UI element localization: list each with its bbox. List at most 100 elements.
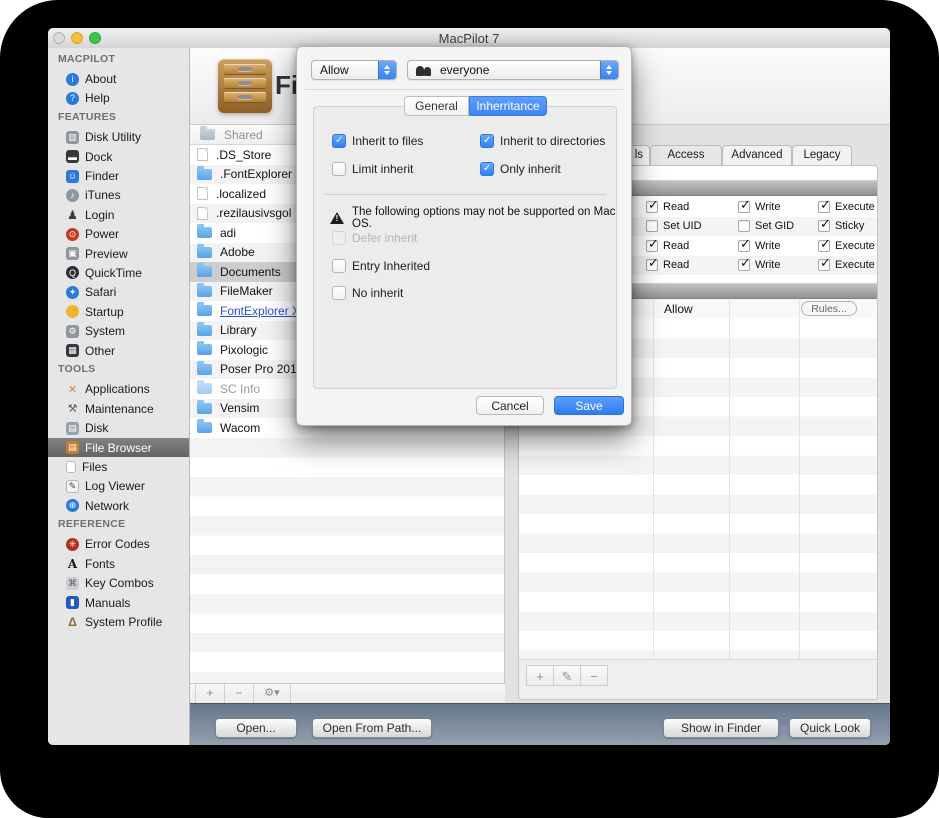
permission-cell[interactable]: Read [646, 201, 689, 213]
permission-cell[interactable]: Write [738, 240, 780, 252]
fonts-icon: A [66, 557, 79, 570]
sidebar-item-applications[interactable]: ✕Applications [48, 380, 189, 399]
edit-pencil-button[interactable]: ✎ [553, 665, 581, 686]
checkbox-write[interactable] [738, 201, 750, 213]
sidebar-item-dock[interactable]: ▬Dock [48, 147, 189, 166]
checkbox-read[interactable] [646, 240, 658, 252]
gear-menu-button[interactable]: ⚙▾ [254, 684, 291, 703]
sidebar-item-other[interactable]: ▦Other [48, 341, 189, 360]
sidebar-item-file-browser[interactable]: ▤File Browser [48, 438, 189, 457]
sidebar-item-label: Dock [85, 150, 112, 164]
tab-general[interactable]: General [404, 96, 469, 116]
sidebar-item-power[interactable]: ⊙Power [48, 225, 189, 244]
checkbox-set-gid[interactable] [738, 220, 750, 232]
sidebar-item-manuals[interactable]: ▮Manuals [48, 593, 189, 612]
sidebar-item-label: Login [85, 208, 114, 222]
sidebar-item-about[interactable]: iAbout [48, 69, 189, 88]
maintenance-tools-icon: ⚒ [66, 402, 79, 415]
sidebar-item-key-combos[interactable]: ⌘Key Combos [48, 574, 189, 593]
permission-cell[interactable]: Execute [818, 201, 875, 213]
sidebar-item-startup[interactable]: Startup [48, 302, 189, 321]
checkbox-read[interactable] [646, 201, 658, 213]
sidebar-item-help[interactable]: ?Help [48, 89, 189, 108]
checkbox-execute[interactable] [818, 259, 830, 271]
login-icon: ♟ [66, 208, 79, 221]
sidebar-item-label: Maintenance [85, 402, 154, 416]
sidebar-item-finder[interactable]: ☺Finder [48, 166, 189, 185]
permission-type-select[interactable]: Allow [311, 60, 397, 80]
sidebar-item-disk[interactable]: ▤Disk [48, 418, 189, 437]
checkbox-execute[interactable] [818, 240, 830, 252]
open-button[interactable]: Open... [215, 718, 297, 738]
sidebar-item-safari[interactable]: ✦Safari [48, 283, 189, 302]
sidebar-item-preview[interactable]: ▣Preview [48, 244, 189, 263]
sidebar-item-label: Help [85, 91, 110, 105]
permission-cell[interactable]: Set GID [738, 220, 794, 232]
permission-cell[interactable]: Write [738, 201, 780, 213]
checkbox-entry-inherited[interactable]: Entry Inherited [332, 259, 430, 273]
checkbox-sticky[interactable] [818, 220, 830, 232]
permission-cell[interactable]: Read [646, 259, 689, 271]
quicktime-icon: Q [66, 266, 79, 279]
checkbox-write[interactable] [738, 240, 750, 252]
folder-icon [197, 286, 212, 297]
sidebar-item-label: Other [85, 344, 115, 358]
checkbox[interactable] [332, 162, 346, 176]
sidebar-item-label: Network [85, 499, 129, 513]
sidebar-item-network[interactable]: ⊕Network [48, 496, 189, 515]
cancel-button[interactable]: Cancel [476, 396, 544, 415]
show-in-finder-button[interactable]: Show in Finder [663, 718, 779, 738]
save-button[interactable]: Save [554, 396, 624, 415]
open-from-path-button[interactable]: Open From Path... [312, 718, 432, 738]
permission-cell[interactable]: Execute [818, 240, 875, 252]
checkbox-limit-inherit[interactable]: Limit inherit [332, 162, 413, 176]
checkbox[interactable] [332, 259, 346, 273]
add-button[interactable]: + [195, 684, 225, 703]
permission-cell[interactable]: Set UID [646, 220, 702, 232]
sidebar-item-log-viewer[interactable]: ✎Log Viewer [48, 477, 189, 496]
checkbox[interactable] [480, 134, 494, 148]
quick-look-button[interactable]: Quick Look [789, 718, 871, 738]
remove-button[interactable]: − [225, 684, 254, 703]
checkbox-no-inherit[interactable]: No inherit [332, 286, 403, 300]
checkbox-set-uid[interactable] [646, 220, 658, 232]
checkbox-execute[interactable] [818, 201, 830, 213]
tab-access[interactable]: Access [650, 145, 722, 165]
permission-cell[interactable]: Read [646, 240, 689, 252]
principal-select[interactable]: everyone [407, 60, 619, 80]
checkbox-inherit-to-files[interactable]: Inherit to files [332, 134, 423, 148]
sidebar-item-disk-utility[interactable]: ▥Disk Utility [48, 128, 189, 147]
checkbox[interactable] [332, 134, 346, 148]
checkbox-write[interactable] [738, 259, 750, 271]
file-list-empty-rows [190, 438, 504, 684]
rules-button[interactable]: Rules... [801, 301, 857, 316]
tab-inheritance[interactable]: Inherritance [469, 96, 547, 116]
checkbox-read[interactable] [646, 259, 658, 271]
sidebar-item-error-codes[interactable]: ✳Error Codes [48, 535, 189, 554]
column-divider [799, 299, 800, 659]
checkbox-defer-inherit: Defer inherit [332, 231, 417, 245]
sidebar-item-itunes[interactable]: ♪iTunes [48, 186, 189, 205]
sidebar-item-files[interactable]: Files [48, 457, 189, 476]
tab-legacy[interactable]: Legacy [792, 145, 852, 165]
checkbox-only-inherit[interactable]: Only inherit [480, 162, 561, 176]
tab-advanced[interactable]: Advanced [722, 145, 792, 165]
checkbox-inherit-to-directories[interactable]: Inherit to directories [480, 134, 605, 148]
sidebar-item-maintenance[interactable]: ⚒ Maintenance [48, 399, 189, 418]
sidebar-section-features: FEATURES [48, 108, 189, 127]
sidebar-item-fonts[interactable]: AFonts [48, 554, 189, 573]
permission-cell[interactable]: Execute [818, 259, 875, 271]
sidebar-item-quicktime[interactable]: QQuickTime [48, 263, 189, 282]
checkbox[interactable] [480, 162, 494, 176]
sidebar-item-label: System [85, 324, 125, 338]
sidebar-item-system[interactable]: ⚙System [48, 321, 189, 340]
permission-cell[interactable]: Sticky [818, 220, 864, 232]
info-icon: i [66, 73, 79, 86]
sidebar-item-login[interactable]: ♟ Login [48, 205, 189, 224]
checkbox[interactable] [332, 286, 346, 300]
add-button[interactable]: + [526, 665, 554, 686]
remove-button[interactable]: − [580, 665, 608, 686]
sidebar-item-system-profile[interactable]: ΔSystem Profile [48, 612, 189, 631]
acl-entry-dialog: Allow everyone General Inherritance Inhe… [296, 46, 632, 426]
permission-cell[interactable]: Write [738, 259, 780, 271]
